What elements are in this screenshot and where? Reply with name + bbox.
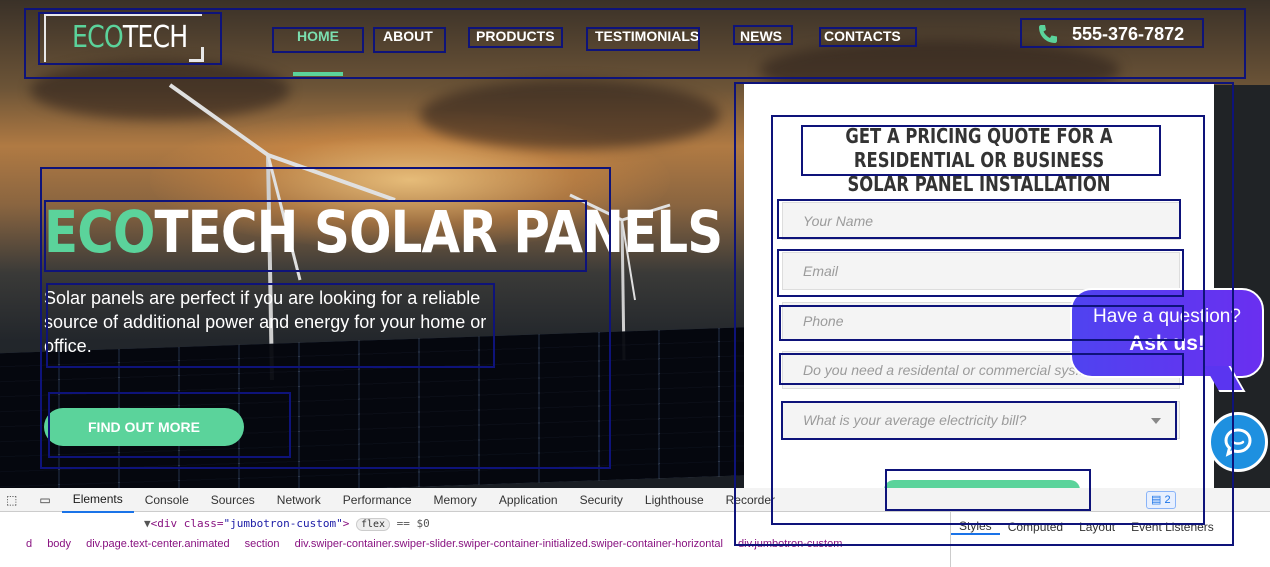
nav-active-indicator [293,72,343,76]
nav-contacts[interactable]: CONTACTS [824,28,901,44]
chat-prompt-line2: Ask us! [1129,332,1205,355]
devtools-tab-elements[interactable]: Elements [61,487,134,513]
devtools-tab-memory[interactable]: Memory [423,488,488,512]
tab-event-listeners[interactable]: Event Listeners [1123,520,1222,534]
logo-tech: TECH [122,20,188,55]
nav-news[interactable]: NEWS [740,28,782,44]
tab-styles[interactable]: Styles [951,519,1000,535]
breadcrumb-item[interactable]: div.page.text-center.animated [86,538,230,550]
cloud [420,80,720,150]
breadcrumb-item[interactable]: body [47,538,71,550]
electricity-bill-placeholder: What is your average electricity bill? [803,412,1027,428]
breadcrumb-item[interactable]: d [26,538,32,550]
chevron-down-icon [1151,418,1161,424]
nav-home[interactable]: HOME [297,28,339,44]
code-tag: <div class= [150,517,224,530]
tab-computed[interactable]: Computed [1000,520,1071,534]
chat-prompt-line1: Have a question? [1093,306,1241,327]
header-phone[interactable]: 555-376-7872 [1036,22,1184,46]
email-field[interactable]: Email [782,252,1180,290]
issues-badge[interactable]: ▤ 2 [1146,491,1176,509]
devtools-tab-recorder[interactable]: Recorder [715,488,786,512]
selected-element-line[interactable]: ▼<div class="jumbotron-custom"> flex == … [144,517,430,531]
tab-layout[interactable]: Layout [1071,520,1123,534]
styles-sidebar: Styles Computed Layout Event Listeners [950,512,1270,567]
nav-products[interactable]: PRODUCTS [476,28,555,44]
breadcrumb-item[interactable]: div.jumbotron-custom [738,538,842,550]
breadcrumb: d body div.page.text-center.animated sec… [0,538,944,554]
hero-title-rest: TECH SOLAR PANELS [154,198,724,266]
hero-title-eco: ECO [44,198,155,266]
top-navigation: ECOTECH HOME ABOUT PRODUCTS TESTIMONIALS… [0,0,1270,80]
nav-about[interactable]: ABOUT [383,28,433,44]
code-close: > [342,517,350,530]
inspect-icon[interactable]: ⬚ [0,488,28,512]
nav-testimonials[interactable]: TESTIMONIALS [595,28,699,44]
quote-form: GET A PRICING QUOTE FOR A RESIDENTIAL OR… [744,84,1214,500]
issues-count: 2 [1164,494,1171,506]
styles-tab-bar: Styles Computed Layout Event Listeners [951,512,1270,542]
devtools-tab-console[interactable]: Console [134,488,200,512]
breadcrumb-item[interactable]: div.swiper-container.swiper-slider.swipe… [295,538,723,550]
phone-number: 555-376-7872 [1072,23,1185,44]
name-field[interactable]: Your Name [782,202,1180,240]
devtools-tab-lighthouse[interactable]: Lighthouse [634,488,715,512]
electricity-bill-select[interactable]: What is your average electricity bill? [782,401,1180,439]
form-title: GET A PRICING QUOTE FOR A RESIDENTIAL OR… [845,124,1113,196]
code-eq: == $0 [396,517,430,530]
breadcrumb-item[interactable]: section [245,538,280,550]
logo[interactable]: ECOTECH [44,14,204,62]
logo-eco: ECO [72,20,124,55]
devtools-panel: ⬚ ▭ Elements Console Sources Network Per… [0,488,1270,567]
expand-arrow-icon[interactable]: ▼ [144,517,151,530]
chat-prompt[interactable]: Have a question? Ask us! [1070,288,1264,378]
devtools-tab-bar: ⬚ ▭ Elements Console Sources Network Per… [0,487,1270,513]
flex-badge[interactable]: flex [355,518,391,531]
phone-icon [1039,25,1057,43]
device-toolbar-icon[interactable]: ▭ [28,488,61,512]
devtools-tab-application[interactable]: Application [488,488,569,512]
hero-description: Solar panels are perfect if you are look… [44,288,487,356]
devtools-tab-network[interactable]: Network [266,488,332,512]
devtools-tab-sources[interactable]: Sources [200,488,266,512]
logo-text: ECOTECH [72,20,188,55]
devtools-tab-performance[interactable]: Performance [332,488,423,512]
devtools-tab-security[interactable]: Security [569,488,634,512]
chat-button[interactable] [1208,412,1268,472]
find-out-more-button[interactable]: FIND OUT MORE [44,408,244,446]
code-class: "jumbotron-custom" [223,517,343,530]
hero-title: ECOTECH SOLAR PANELS [44,198,724,266]
chat-icon [1224,428,1252,457]
